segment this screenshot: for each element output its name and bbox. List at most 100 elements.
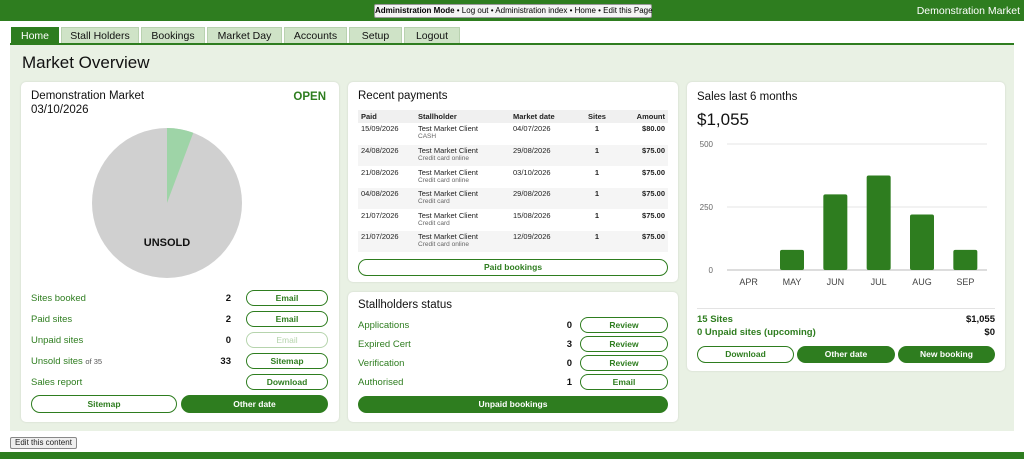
paid-cell: 21/07/2026 <box>358 230 415 253</box>
bar-aug <box>910 214 934 270</box>
bar-jun <box>823 194 848 270</box>
y-tick-label: 250 <box>700 203 714 212</box>
payments-header-row: Paid Stallholder Market date Sites Amoun… <box>358 110 668 123</box>
admin-links-box[interactable]: Administration Mode • Log out • Administ… <box>374 4 653 18</box>
pie-unsold-label: UNSOLD <box>144 237 191 249</box>
tab-market-day[interactable]: Market Day <box>207 27 282 44</box>
unpaid-sites-label: Unpaid sites <box>31 335 84 346</box>
edit-content-button[interactable]: Edit this content <box>10 437 77 449</box>
sites-pie-chart: UNSOLD <box>92 128 242 278</box>
col-stallholder: Stallholder <box>415 110 510 123</box>
tab-logout[interactable]: Logout <box>404 27 460 44</box>
sites-cell: 1 <box>580 187 614 210</box>
payment-method: Credit card online <box>418 176 469 184</box>
amount-cell: $75.00 <box>614 209 668 231</box>
amount-cell: $75.00 <box>614 230 668 253</box>
stallholder-name: Test Market Client <box>418 167 479 177</box>
x-tick-label: JUL <box>871 277 887 287</box>
stallholder-name: Test Market Client <box>418 232 479 241</box>
unpaid-sites-value: 0 <box>225 335 231 346</box>
page-title: Market Overview <box>22 53 150 72</box>
authorised-label: Authorised <box>358 377 404 388</box>
paid-cell: 21/07/2026 <box>358 209 415 231</box>
x-tick-label: JUN <box>827 277 845 287</box>
tab-setup[interactable]: Setup <box>349 27 402 44</box>
col-amount: Amount <box>614 110 668 123</box>
bar-sep <box>953 249 978 270</box>
sales-bar-chart: 0 250 500 APR MAY JUN JUL AUG SEP <box>700 140 987 287</box>
verification-review-button[interactable]: Review <box>580 355 668 371</box>
y-tick-label: 500 <box>700 140 714 149</box>
sites-cell: 1 <box>580 144 614 167</box>
applications-value: 0 <box>566 320 572 331</box>
sales-sites-value: $1,055 <box>965 314 995 325</box>
payment-method: Credit card online <box>418 241 469 248</box>
admin-mode-label: Administration Mode <box>375 6 455 15</box>
main-nav: Home Stall Holders Bookings Market Day A… <box>11 27 462 44</box>
stallholder-name: Test Market Client <box>418 124 479 133</box>
tab-home[interactable]: Home <box>11 27 59 44</box>
market-sitemap-button[interactable]: Sitemap <box>31 395 177 413</box>
tab-bookings[interactable]: Bookings <box>141 27 205 44</box>
x-tick-label: AUG <box>912 277 932 287</box>
sales-total: $1,055 <box>697 110 749 129</box>
bar-jul <box>866 175 891 270</box>
paid-sites-email-button[interactable]: Email <box>246 311 328 327</box>
unsold-sites-label: Unsold sites of 35 <box>31 356 102 367</box>
payment-method: Credit card <box>418 198 450 205</box>
stallholder-cell: Test Market Client Credit card online <box>415 166 510 188</box>
market-other-date-button[interactable]: Other date <box>181 395 328 413</box>
sales-report-download-button[interactable]: Download <box>246 374 328 390</box>
sites-cell: 1 <box>580 123 614 145</box>
unsold-sites-sitemap-button[interactable]: Sitemap <box>246 353 328 369</box>
x-tick-label: APR <box>739 277 758 287</box>
sales-download-button[interactable]: Download <box>697 346 794 363</box>
sales-sites-label: 15 Sites <box>697 314 733 325</box>
stallholders-status-title: Stallholders status <box>358 299 452 311</box>
stallholder-cell: Test Market Client Credit card <box>415 187 510 210</box>
stallholder-cell: Test Market Client CASH <box>415 123 510 145</box>
market-status-badge: OPEN <box>293 91 326 103</box>
new-booking-button[interactable]: New booking <box>898 346 995 363</box>
main-content: Market Overview Demonstration Market 03/… <box>10 45 1014 431</box>
stallholders-status-card: Stallholders status Applications 0 Revie… <box>348 292 678 422</box>
stallholder-cell: Test Market Client Credit card online <box>415 144 510 167</box>
unsold-sites-value: 33 <box>220 356 231 367</box>
sites-booked-label: Sites booked <box>31 293 86 304</box>
paid-sites-label: Paid sites <box>31 314 73 325</box>
market-date-cell: 12/09/2026 <box>510 230 580 253</box>
sites-booked-email-button[interactable]: Email <box>246 290 328 306</box>
paid-cell: 24/08/2026 <box>358 144 415 167</box>
table-row[interactable]: 21/08/2026 Test Market Client Credit card… <box>358 166 668 188</box>
sales-other-date-button[interactable]: Other date <box>797 346 895 363</box>
recent-payments-card: Recent payments Paid Stallholder Market … <box>348 82 678 282</box>
sales-report-label: Sales report <box>31 377 83 388</box>
table-row[interactable]: 21/07/2026 Test Market Client Credit card… <box>358 230 668 253</box>
market-card: Demonstration Market 03/10/2026 OPEN UNS… <box>21 82 339 422</box>
table-row[interactable]: 24/08/2026 Test Market Client Credit card… <box>358 144 668 167</box>
table-row[interactable]: 21/07/2026 Test Market Client Credit card… <box>358 209 668 231</box>
market-date-cell: 29/08/2026 <box>510 187 580 210</box>
applications-review-button[interactable]: Review <box>580 317 668 333</box>
authorised-email-button[interactable]: Email <box>580 374 668 390</box>
unpaid-bookings-button[interactable]: Unpaid bookings <box>358 396 668 413</box>
paid-bookings-button[interactable]: Paid bookings <box>358 259 668 276</box>
admin-links[interactable]: • Log out • Administration index • Home … <box>455 6 653 15</box>
sales-title: Sales last 6 months <box>697 91 798 103</box>
tab-accounts[interactable]: Accounts <box>284 27 347 44</box>
expired-cert-label: Expired Cert <box>358 339 411 350</box>
stallholder-name: Test Market Client <box>418 210 479 220</box>
tab-stall-holders[interactable]: Stall Holders <box>61 27 139 44</box>
unpaid-sites-email-button[interactable]: Email <box>246 332 328 348</box>
admin-top-bar: Administration Mode • Log out • Administ… <box>0 0 1024 21</box>
stallholder-cell: Test Market Client Credit card online <box>415 230 510 253</box>
table-row[interactable]: 15/09/2026 Test Market Client CASH 04/07/… <box>358 123 668 145</box>
col-sites: Sites <box>580 110 614 123</box>
recent-payments-title: Recent payments <box>358 90 448 102</box>
payment-method: Credit card <box>418 219 450 227</box>
sites-cell: 1 <box>580 166 614 188</box>
x-tick-label: MAY <box>783 277 802 287</box>
expired-cert-review-button[interactable]: Review <box>580 336 668 352</box>
market-date-cell: 04/07/2026 <box>510 123 580 145</box>
table-row[interactable]: 04/08/2026 Test Market Client Credit card… <box>358 187 668 210</box>
